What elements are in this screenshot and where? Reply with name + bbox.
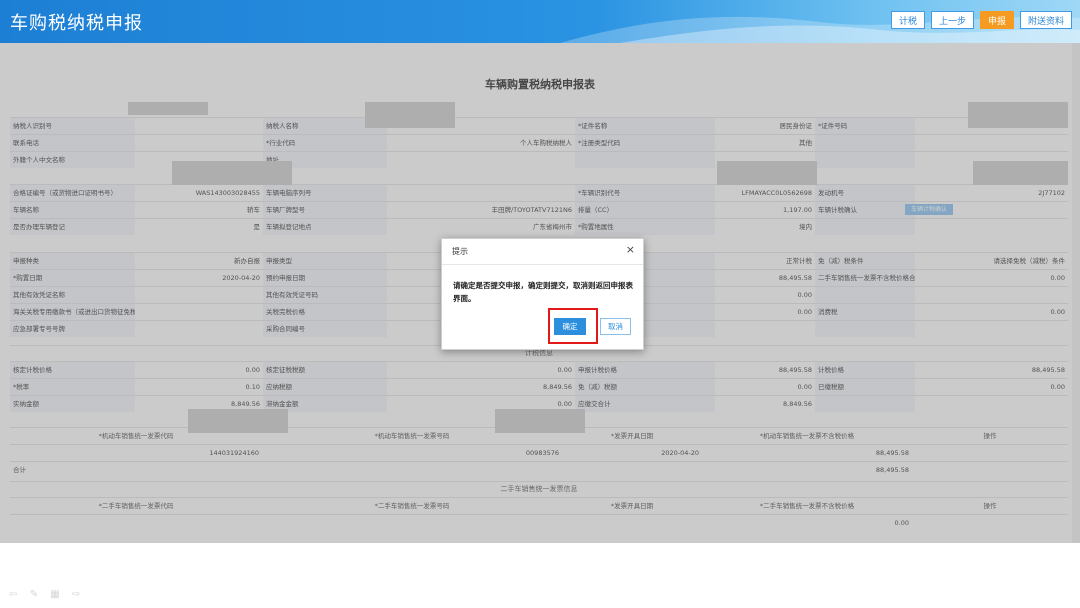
dialog-header: 提示 × bbox=[442, 239, 643, 265]
previous-step-button[interactable]: 上一步 bbox=[930, 11, 974, 29]
app-header: 车购税纳税申报 计税 上一步 申报 附送资料 bbox=[0, 0, 1080, 43]
attach-documents-button[interactable]: 附送资料 bbox=[1019, 11, 1072, 29]
arrow-right-icon[interactable]: ⇨ bbox=[70, 590, 82, 600]
page-title: 车购税纳税申报 bbox=[10, 13, 143, 34]
dialog-message: 请确定是否提交申报，确定则提交，取消则返回申报表界面。 bbox=[453, 281, 633, 303]
confirm-button[interactable]: 确定 bbox=[554, 318, 586, 335]
confirm-dialog: 提示 × 请确定是否提交申报，确定则提交，取消则返回申报表界面。 确定 取消 bbox=[441, 238, 644, 350]
declare-button[interactable]: 申报 bbox=[979, 11, 1014, 29]
header-buttons: 计税 上一步 申报 附送资料 bbox=[890, 11, 1072, 29]
close-icon[interactable]: × bbox=[626, 244, 635, 256]
calculate-tax-button[interactable]: 计税 bbox=[890, 11, 925, 29]
dialog-title: 提示 bbox=[452, 247, 468, 256]
grid-icon[interactable]: ▦ bbox=[49, 590, 61, 600]
cancel-button[interactable]: 取消 bbox=[600, 318, 631, 335]
pencil-icon[interactable]: ✎ bbox=[28, 590, 40, 600]
arrow-left-icon[interactable]: ⇦ bbox=[7, 590, 19, 600]
bottom-nav: ⇦ ✎ ▦ ⇨ bbox=[7, 590, 82, 600]
app-window: 车购税纳税申报 计税 上一步 申报 附送资料 车辆购置税纳税申报表 纳税人识别号… bbox=[0, 0, 1080, 608]
